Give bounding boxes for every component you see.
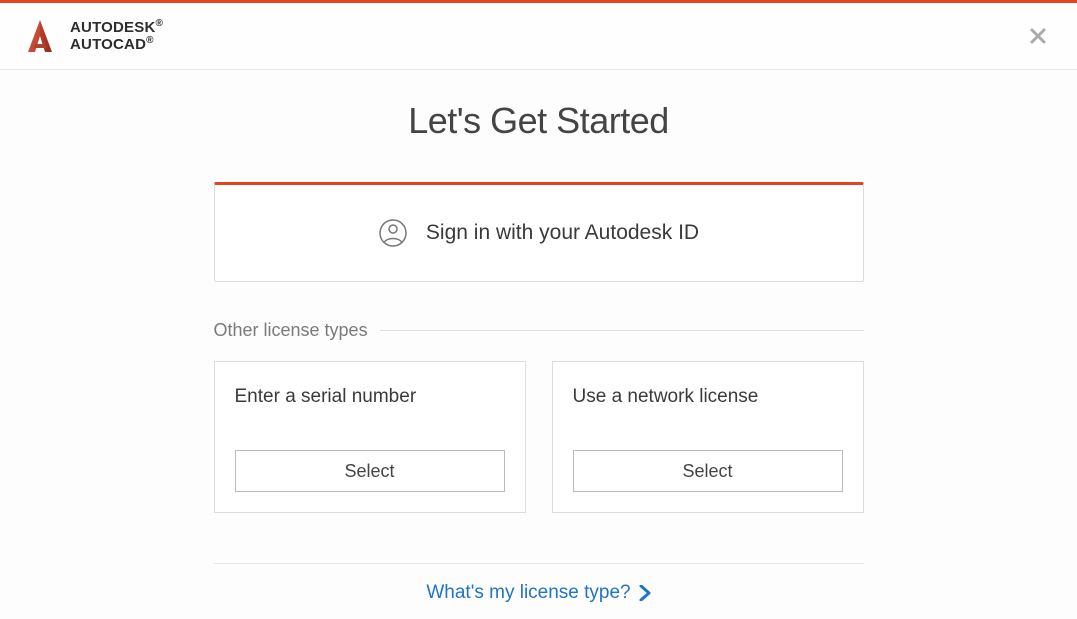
serial-select-button[interactable]: Select [235,450,505,492]
brand-line2: AUTOCAD® [70,36,163,53]
serial-card: Enter a serial number Select [214,361,526,513]
autocad-logo-icon [22,18,58,54]
network-card-title: Use a network license [573,386,843,408]
chevron-right-icon [639,585,651,601]
main-content: Let's Get Started Sign in with your Auto… [214,100,864,604]
license-cards: Enter a serial number Select Use a netwo… [214,361,864,513]
license-help-link[interactable]: What's my license type? [214,582,864,604]
footer-divider [214,563,864,564]
network-card: Use a network license Select [552,361,864,513]
user-icon [378,218,408,248]
close-icon[interactable] [1029,27,1047,45]
network-select-button[interactable]: Select [573,450,843,492]
signin-button[interactable]: Sign in with your Autodesk ID [214,182,864,282]
page-title: Let's Get Started [214,100,864,142]
brand-logo: AUTODESK® AUTOCAD® [22,18,163,54]
signin-label: Sign in with your Autodesk ID [426,221,699,245]
section-header: Other license types [214,320,864,341]
brand-line1: AUTODESK® [70,19,163,36]
section-label: Other license types [214,320,368,341]
license-help-label: What's my license type? [426,582,630,604]
header: AUTODESK® AUTOCAD® [0,3,1077,70]
serial-card-title: Enter a serial number [235,386,505,408]
divider-line [380,330,864,331]
